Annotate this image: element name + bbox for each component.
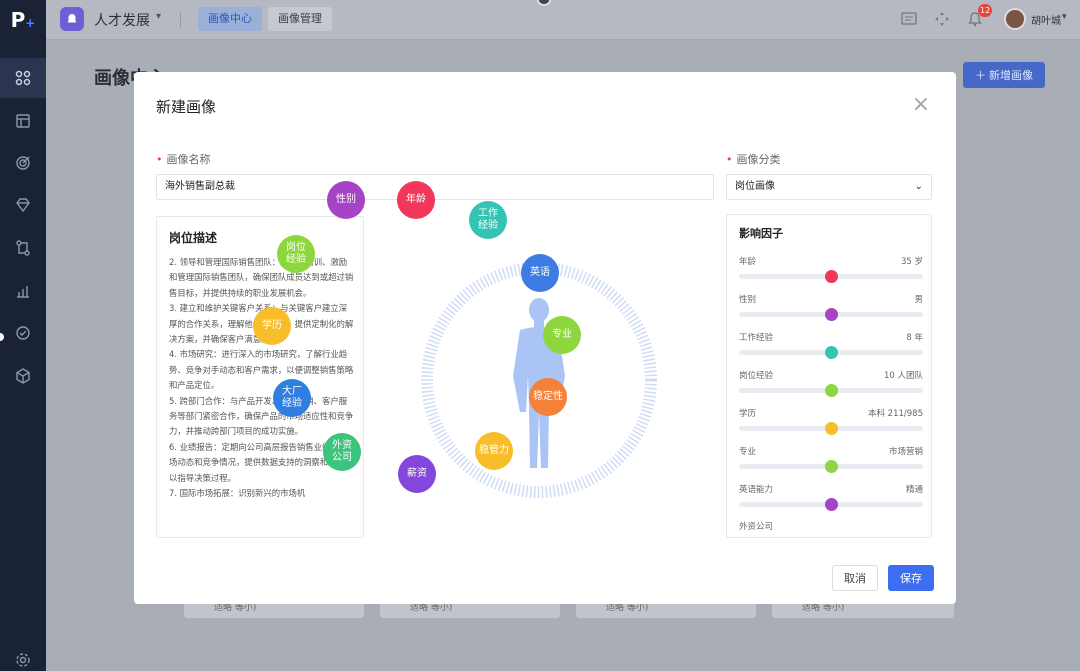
factor-row: 专业 市场营销 xyxy=(739,445,923,475)
factor-bubble[interactable]: 稳管力 xyxy=(475,432,513,470)
app-dropdown-icon[interactable]: ▾ xyxy=(156,11,161,22)
description-paragraph: 4. 市场研究：进行深入的市场研究，了解行业趋势、竞争对手动态和客户需求，以便调… xyxy=(169,349,354,391)
grid-icon[interactable] xyxy=(0,58,46,98)
factor-name: 性别 xyxy=(739,295,757,305)
factor-bubble[interactable]: 性别 xyxy=(327,181,365,219)
plus-icon: ＋ xyxy=(975,69,986,82)
message-icon[interactable] xyxy=(900,10,918,28)
factor-value: 市场营销 xyxy=(888,447,923,457)
logo-letter: P xyxy=(10,8,26,32)
chevron-down-icon: ⌄ xyxy=(914,181,923,192)
factor-bubble[interactable]: 岗位 经验 xyxy=(277,235,315,273)
factor-slider-thumb[interactable] xyxy=(825,384,838,397)
portrait-category-select[interactable]: 岗位画像 ⌄ xyxy=(726,174,932,200)
factor-bubble[interactable]: 稳定性 xyxy=(529,378,567,416)
factor-value: 男 xyxy=(914,295,923,305)
factor-value: 精通 xyxy=(905,485,923,495)
portrait-figure: 年龄 工作 经验 英语专业稳定性 稳管力薪资 外资 公司 大厂 经验 学历 岗位 经验 性别 xyxy=(253,181,706,548)
cube-icon[interactable] xyxy=(0,356,46,396)
app-switcher-icon[interactable] xyxy=(60,7,84,31)
factor-bubble[interactable]: 年龄 xyxy=(397,181,435,219)
factor-row: 性别 男 xyxy=(739,293,923,323)
divider xyxy=(180,12,181,28)
tab-portrait-management[interactable]: 画像管理 xyxy=(268,7,332,31)
description-paragraph: 5. 跨部门合作：与产品开发、市场营销、客户服务等部门紧密合作，确保产品的市场适… xyxy=(169,395,354,437)
create-portrait-dialog: 新建画像 × • 画像名称 海外销售副总裁 • 画像分类 岗位画像 ⌄ 岗位描述 2… xyxy=(134,72,956,604)
flow-icon[interactable] xyxy=(0,228,46,268)
factor-slider-thumb[interactable] xyxy=(825,270,838,283)
factor-name: 岗位经验 xyxy=(739,371,774,381)
category-value: 岗位画像 xyxy=(735,181,775,192)
save-button[interactable]: 保存 xyxy=(888,565,934,591)
factor-bubble[interactable]: 薪资 xyxy=(398,455,436,493)
apps-icon[interactable] xyxy=(933,10,951,28)
factor-name: 工作经验 xyxy=(739,333,774,343)
factor-name: 专业 xyxy=(739,447,757,457)
category-label: • 画像分类 xyxy=(726,153,781,166)
factor-slider-thumb[interactable] xyxy=(825,422,838,435)
factor-row: 工作经验 8 年 xyxy=(739,331,923,361)
factor-value: 本科 211/985 xyxy=(867,409,923,419)
factor-value: 10 人团队 xyxy=(883,371,923,381)
dialog-title: 新建画像 xyxy=(156,98,217,116)
user-menu-chevron-icon[interactable]: ▾ xyxy=(1062,12,1067,22)
factor-name: 年龄 xyxy=(739,257,757,267)
top-bar: 人才发展 ▾ 画像中心 画像管理 12 胡叶城 ▾ xyxy=(46,0,1080,40)
factor-name: 外资公司 xyxy=(739,522,774,532)
add-portrait-button[interactable]: ＋新增画像 xyxy=(963,62,1045,88)
factor-bubble[interactable]: 外资 公司 xyxy=(323,433,361,471)
user-name[interactable]: 胡叶城 xyxy=(1031,12,1061,27)
cancel-button[interactable]: 取消 xyxy=(832,565,878,591)
name-label-text: 画像名称 xyxy=(166,153,211,166)
close-icon[interactable]: × xyxy=(910,94,932,116)
factor-bubble[interactable]: 大厂 经验 xyxy=(273,379,311,417)
table-icon[interactable] xyxy=(0,101,46,141)
factor-name: 学历 xyxy=(739,409,757,419)
diamond-icon[interactable] xyxy=(0,185,46,225)
factor-slider-thumb[interactable] xyxy=(825,498,838,511)
factor-value: 35 岁 xyxy=(900,257,923,267)
job-description-panel[interactable]: 岗位描述 2. 领导和管理国际销售团队：招聘、培训、激励和管理国际销售团队，确保… xyxy=(156,216,364,538)
notification-badge: 12 xyxy=(978,4,993,17)
description-paragraph: 2. 领导和管理国际销售团队：招聘、培训、激励和管理国际销售团队，确保团队成员达… xyxy=(169,257,354,298)
portrait-name-input[interactable]: 海外销售副总裁 xyxy=(156,174,714,200)
influence-factors-title: 影响因子 xyxy=(739,227,783,240)
app-logo[interactable]: P + xyxy=(0,0,46,40)
tab-portrait-center[interactable]: 画像中心 xyxy=(198,7,262,31)
factor-row: 岗位经验 10 人团队 xyxy=(739,369,923,399)
factor-bubble[interactable]: 工作 经验 xyxy=(469,201,507,239)
factor-slider-thumb[interactable] xyxy=(825,460,838,473)
sidebar: P + xyxy=(0,0,46,671)
factor-bubble[interactable]: 学历 xyxy=(253,307,291,345)
settings-icon[interactable] xyxy=(0,640,46,671)
factor-row: 年龄 35 岁 xyxy=(739,255,923,285)
avatar[interactable] xyxy=(1004,8,1026,30)
factor-slider-thumb[interactable] xyxy=(825,346,838,359)
logo-plus: + xyxy=(25,16,36,30)
factor-row: 学历 本科 211/985 xyxy=(739,407,923,437)
factor-bubble[interactable]: 专业 xyxy=(543,316,581,354)
factor-value: 8 年 xyxy=(906,333,923,343)
app-name[interactable]: 人才发展 xyxy=(94,10,150,30)
influence-factors-panel[interactable]: 影响因子 年龄 35 岁性别 男工作经验 8 年岗位经验 10 人团队学历 本科 211/… xyxy=(726,214,932,538)
factor-row: 英语能力 精通 xyxy=(739,483,923,513)
factor-slider-thumb[interactable] xyxy=(825,308,838,321)
factor-name: 英语能力 xyxy=(739,485,774,495)
job-description-title: 岗位描述 xyxy=(169,231,218,245)
chart-icon[interactable] xyxy=(0,271,46,311)
category-label-text: 画像分类 xyxy=(736,153,781,166)
add-portrait-label: 新增画像 xyxy=(989,69,1033,82)
name-label: • 画像名称 xyxy=(156,153,211,166)
description-paragraph: 7. 国际市场拓展：识别新兴的市场机 xyxy=(169,488,306,499)
factor-bubble[interactable]: 英语 xyxy=(521,254,559,292)
badge-icon[interactable] xyxy=(0,313,46,353)
target-icon[interactable] xyxy=(0,143,46,183)
